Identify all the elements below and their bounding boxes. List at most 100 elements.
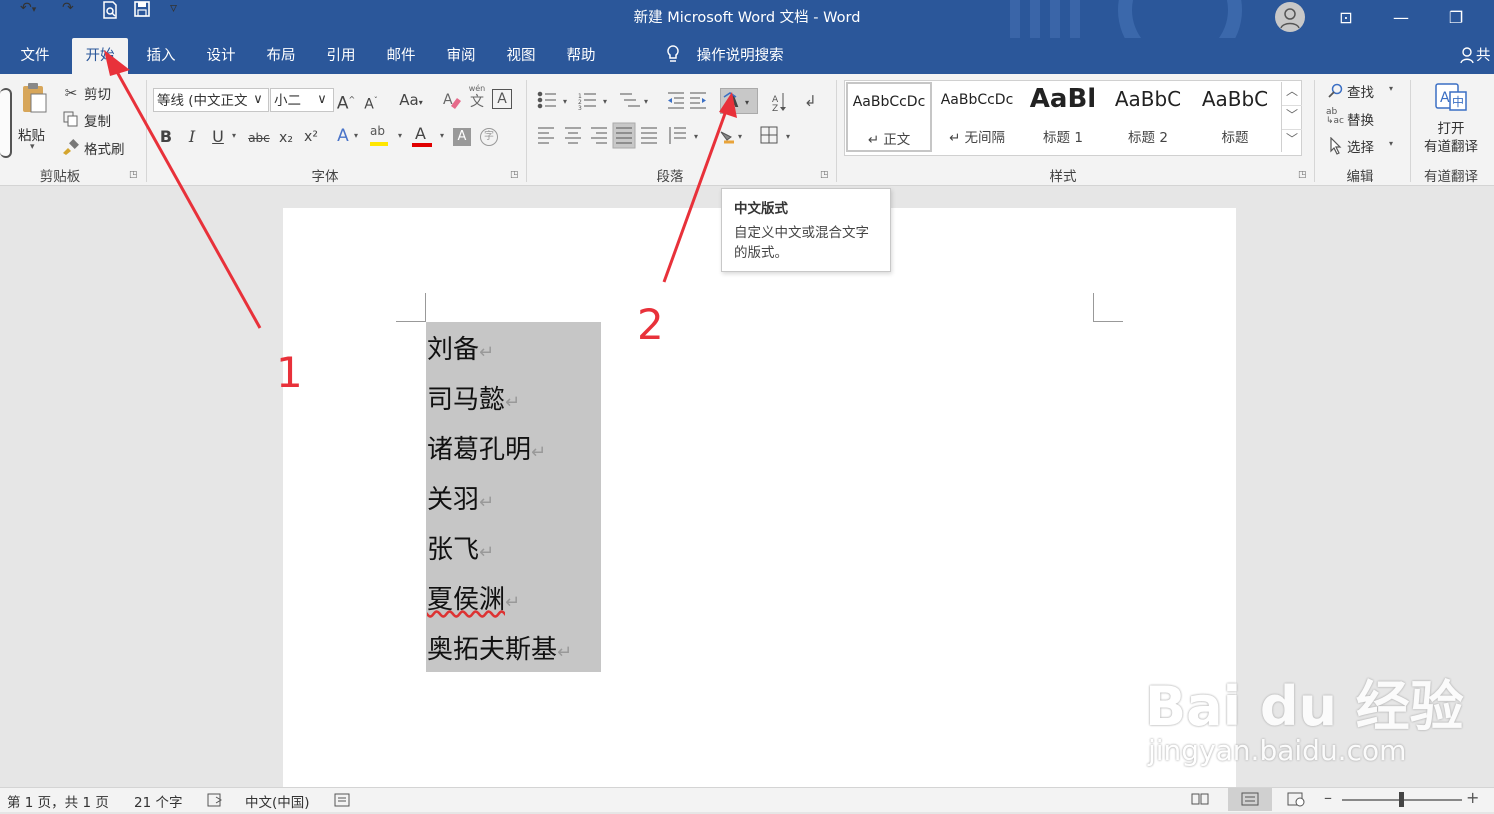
paragraph-dialog-launcher[interactable]: ◳: [820, 170, 829, 180]
share-button[interactable]: 共: [1460, 44, 1494, 68]
tab-help[interactable]: 帮助: [556, 38, 606, 74]
highlight-dropdown-icon[interactable]: ▾: [398, 131, 402, 140]
status-word-count[interactable]: 21 个字: [134, 791, 182, 811]
format-painter-button[interactable]: 格式刷: [62, 137, 142, 159]
copy-button[interactable]: 复制: [62, 109, 142, 131]
tab-layout[interactable]: 布局: [256, 38, 306, 74]
clipboard-dialog-launcher[interactable]: ◳: [129, 170, 138, 180]
paste-button[interactable]: 粘贴 ▾: [14, 80, 54, 158]
doc-line-1[interactable]: 刘备↵: [427, 329, 494, 366]
zoom-out-button[interactable]: –: [1324, 788, 1332, 807]
subscript-button[interactable]: x₂: [276, 127, 296, 149]
style-heading-1[interactable]: AaBl 标题 1: [1022, 82, 1104, 152]
superscript-button[interactable]: x²: [301, 126, 321, 148]
cut-button[interactable]: ✂ 剪切: [62, 82, 142, 104]
shrink-font-button[interactable]: Aˇ: [361, 90, 381, 116]
enclose-characters-button[interactable]: 字: [480, 128, 498, 146]
status-page[interactable]: 第 1 页，共 1 页: [7, 791, 109, 811]
style-title-label: 标题: [1221, 130, 1249, 146]
style-heading-2[interactable]: AaBbC 标题 2: [1106, 82, 1190, 152]
styles-dialog-launcher[interactable]: ◳: [1298, 170, 1307, 180]
style-title[interactable]: AaBbC 标题: [1192, 82, 1278, 152]
tab-references[interactable]: 引用: [316, 38, 366, 74]
tab-home[interactable]: 开始: [72, 38, 128, 74]
replace-label: 替换: [1347, 113, 1374, 129]
doc-line-4[interactable]: 关羽↵: [427, 479, 494, 516]
text-effects-dropdown-icon[interactable]: ▾: [354, 131, 358, 140]
copy-icon: [63, 111, 78, 127]
tab-review[interactable]: 审阅: [436, 38, 486, 74]
user-avatar[interactable]: [1275, 2, 1305, 32]
character-border-button[interactable]: A: [492, 89, 512, 109]
paste-label: 粘贴: [18, 128, 45, 144]
tab-design[interactable]: 设计: [196, 38, 246, 74]
youdao-translate-button[interactable]: A中 打开 有道翻译: [1416, 82, 1486, 160]
change-case-icon: Aa: [399, 91, 419, 109]
tab-mailings[interactable]: 邮件: [376, 38, 426, 74]
restore-button[interactable]: ❐: [1436, 4, 1476, 32]
select-button[interactable]: 选择 ▾: [1326, 135, 1406, 157]
doc-line-2[interactable]: 司马懿↵: [427, 379, 520, 416]
font-name-dropdown-icon[interactable]: ∨: [249, 89, 267, 111]
style-heading-1-label: 标题 1: [1043, 130, 1083, 146]
italic-button[interactable]: I: [182, 126, 202, 148]
zoom-in-button[interactable]: +: [1466, 788, 1479, 807]
find-button[interactable]: 查找 ▾: [1326, 80, 1406, 102]
tab-view[interactable]: 视图: [496, 38, 546, 74]
styles-more-icon[interactable]: ﹀: [1282, 130, 1302, 153]
font-size-dropdown-icon[interactable]: ∨: [313, 89, 331, 111]
ribbon-display-options-button[interactable]: ⊡: [1326, 4, 1366, 32]
translate-icon: A中: [1435, 83, 1467, 111]
font-dialog-launcher[interactable]: ◳: [510, 170, 519, 180]
font-color-swatch: [412, 143, 432, 147]
paste-icon: [23, 83, 47, 113]
underline-button[interactable]: U: [208, 126, 228, 148]
tell-me-search[interactable]: 操作说明搜索: [664, 44, 804, 68]
text-effects-button[interactable]: A: [332, 125, 354, 147]
doc-line-7[interactable]: 奥拓夫斯基↵: [427, 629, 572, 666]
minimize-button[interactable]: —: [1381, 4, 1421, 32]
scroll-grip: [0, 88, 12, 158]
proofing-icon[interactable]: [207, 792, 225, 808]
style-no-spacing[interactable]: AaBbCcDc ↵ 无间隔: [934, 82, 1020, 152]
underline-dropdown-icon[interactable]: ▾: [232, 131, 236, 140]
youdao-group-label: 有道翻译: [1424, 169, 1478, 185]
tab-insert[interactable]: 插入: [136, 38, 186, 74]
paragraph-tools: ▾ 123 ▾ ▾ AZ ↲ ▾ ▾ ▾: [537, 91, 817, 149]
clear-formatting-button[interactable]: A: [441, 88, 463, 112]
styles-scroll: ︿ ﹀ ﹀: [1281, 82, 1302, 152]
svg-text:▾: ▾: [738, 132, 742, 141]
search-icon: [1328, 83, 1343, 98]
editing-group-label: 编辑: [1346, 169, 1374, 185]
group-separator: [836, 80, 837, 182]
styles-scroll-up-icon[interactable]: ︿: [1282, 82, 1302, 106]
find-label: 查找: [1347, 85, 1374, 101]
status-language[interactable]: 中文(中国): [245, 791, 310, 811]
doc-line-5[interactable]: 张飞↵: [427, 529, 494, 566]
web-layout-icon[interactable]: [1286, 791, 1306, 807]
crop-mark: [1093, 293, 1094, 322]
font-color-button[interactable]: A: [410, 124, 436, 150]
phonetic-guide-button[interactable]: wén 文: [467, 84, 487, 114]
paragraph-group-label: 段落: [656, 169, 684, 185]
grow-font-button[interactable]: A^: [336, 89, 356, 115]
macro-recording-icon[interactable]: [334, 792, 350, 808]
style-normal[interactable]: AaBbCcDc ↵ 正文: [846, 82, 932, 152]
font-color-dropdown-icon[interactable]: ▾: [440, 131, 444, 140]
style-heading-2-label: 标题 2: [1128, 130, 1168, 146]
highlight-button[interactable]: ab: [368, 124, 394, 150]
doc-line-3[interactable]: 诸葛孔明↵: [427, 429, 546, 466]
find-dropdown-icon: ▾: [1389, 84, 1394, 93]
zoom-slider-thumb[interactable]: [1399, 792, 1404, 807]
bold-button[interactable]: B: [156, 126, 176, 148]
replace-button[interactable]: ab ↳ac 替换: [1326, 108, 1406, 130]
read-mode-icon[interactable]: [1190, 791, 1210, 807]
asian-layout-button[interactable]: A ▾: [720, 88, 758, 114]
change-case-button[interactable]: Aa▾: [393, 89, 429, 114]
styles-scroll-down-icon[interactable]: ﹀: [1282, 106, 1302, 130]
strikethrough-button[interactable]: abc: [246, 127, 272, 149]
tab-file[interactable]: 文件: [10, 38, 60, 74]
print-layout-icon[interactable]: [1228, 788, 1272, 811]
doc-line-6[interactable]: 夏侯渊↵: [427, 579, 520, 616]
character-shading-button[interactable]: A: [453, 128, 471, 146]
